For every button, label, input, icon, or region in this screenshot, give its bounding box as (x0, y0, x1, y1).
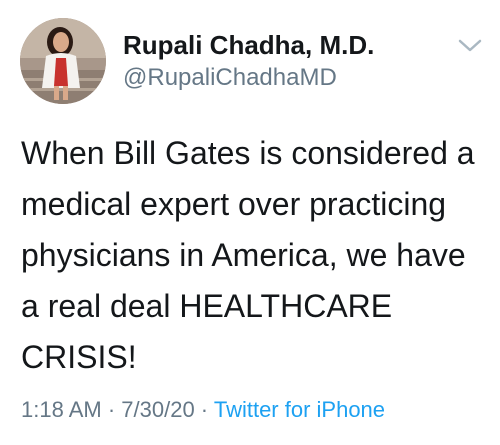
tweet-metadata: 1:18 AM · 7/30/20 · Twitter for iPhone (21, 397, 385, 423)
author-handle[interactable]: @RupaliChadhaMD (123, 64, 337, 92)
tweet-source-link[interactable]: Twitter for iPhone (214, 397, 385, 422)
author-name[interactable]: Rupali Chadha, M.D. (123, 30, 374, 61)
chevron-down-icon[interactable] (456, 36, 484, 56)
avatar[interactable] (20, 18, 106, 104)
tweet-text: When Bill Gates is considered a medical … (21, 135, 475, 375)
profile-photo (20, 18, 106, 104)
separator: · (194, 397, 214, 422)
separator: · (101, 397, 122, 422)
tweet-date[interactable]: 7/30/20 (121, 397, 194, 422)
tweet-card: Rupali Chadha, M.D. @RupaliChadhaMD When… (0, 0, 500, 445)
tweet-time[interactable]: 1:18 AM (21, 397, 102, 422)
